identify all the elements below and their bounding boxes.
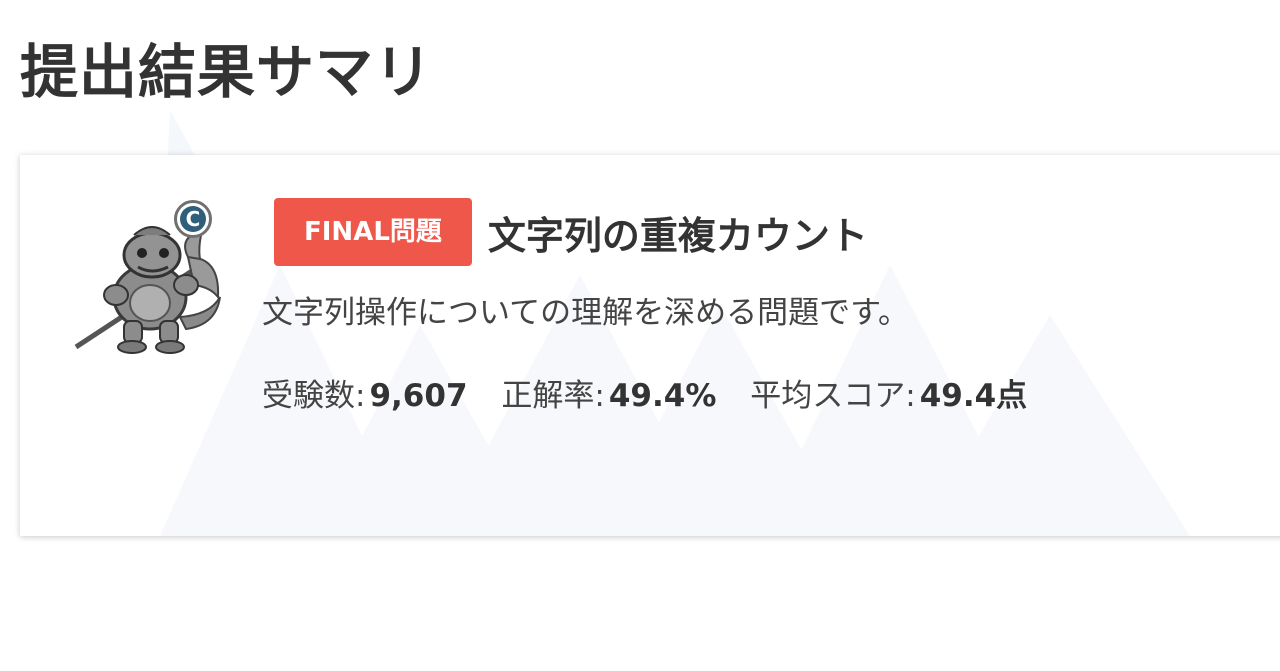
stat-label-average-score: 平均スコア: (750, 378, 916, 414)
problem-title[interactable]: 文字列の重複カウント (488, 205, 868, 260)
problem-card[interactable]: C FINAL問題 文字列の重複カウント 文字列操作についての理解を深める問題で… (20, 155, 1280, 536)
rank-badge: C (174, 200, 212, 238)
problem-description: 文字列操作についての理解を深める問題です。 (262, 295, 909, 331)
stat-value-accuracy: 49.4% (608, 378, 717, 414)
problem-content: FINAL問題 文字列の重複カウント 文字列操作についての理解を深める問題です。… (262, 197, 1242, 415)
page: 提出結果サマリ C FINAL問題 文字列の重複カウント 文字列操作についての理… (0, 0, 1280, 671)
stat-value-examinees: 9,607 (369, 378, 468, 414)
problem-title-row: FINAL問題 文字列の重複カウント (262, 197, 1242, 267)
rank-letter: C (180, 206, 206, 232)
final-problem-badge: FINAL問題 (274, 198, 472, 266)
stat-label-accuracy: 正解率: (501, 378, 605, 414)
stat-value-average-score: 49.4点 (919, 378, 1028, 414)
stat-label-examinees: 受験数: (262, 378, 366, 414)
stats-row: 受験数: 9,607 正解率: 49.4% 平均スコア: 49.4点 (262, 370, 1242, 415)
